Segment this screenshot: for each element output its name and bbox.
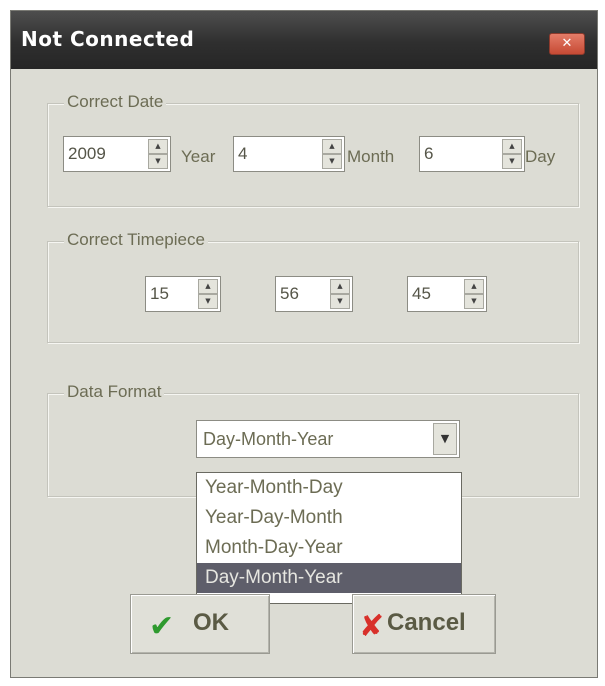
day-spinbox[interactable]: 6 ▲ ▼: [419, 136, 525, 172]
month-unit-label: Month: [347, 147, 395, 166]
hour-down-arrow-icon[interactable]: ▼: [198, 294, 218, 309]
close-button[interactable]: ✕: [549, 33, 585, 55]
option-month-day-year[interactable]: Month-Day-Year: [197, 533, 461, 563]
checkmark-icon: ✔: [149, 609, 175, 644]
option-year-day-month[interactable]: Year-Day-Month: [197, 503, 461, 533]
year-up-arrow-icon[interactable]: ▲: [148, 139, 168, 154]
hour-up-arrow-icon[interactable]: ▲: [198, 279, 218, 294]
cancel-button-label: Cancel: [387, 609, 466, 636]
ok-button-label: OK: [193, 609, 229, 636]
data-format-label: Data Format: [64, 382, 165, 402]
second-up-arrow-icon[interactable]: ▲: [464, 279, 484, 294]
correct-date-label: Correct Date: [64, 92, 167, 112]
option-year-month-day[interactable]: Year-Month-Day: [197, 473, 461, 503]
month-spinbox[interactable]: 4 ▲ ▼: [233, 136, 345, 172]
ok-button[interactable]: ✔ OK: [130, 594, 270, 654]
option-day-month-year[interactable]: Day-Month-Year: [197, 563, 461, 593]
day-down-arrow-icon[interactable]: ▼: [502, 154, 522, 169]
title-bar[interactable]: Not Connected ✕: [11, 11, 597, 69]
second-down-arrow-icon[interactable]: ▼: [464, 294, 484, 309]
data-format-select[interactable]: Day-Month-Year ▼: [196, 420, 460, 458]
minute-down-arrow-icon[interactable]: ▼: [330, 294, 350, 309]
second-value[interactable]: 45: [412, 284, 431, 304]
data-format-dropdown-list: Year-Month-Day Year-Day-Month Month-Day-…: [196, 472, 462, 604]
minute-spinbox[interactable]: 56 ▲ ▼: [275, 276, 353, 312]
cancel-button[interactable]: ✘ Cancel: [352, 594, 496, 654]
hour-spinbox[interactable]: 15 ▲ ▼: [145, 276, 221, 312]
second-spinbox[interactable]: 45 ▲ ▼: [407, 276, 487, 312]
close-icon: ✕: [561, 36, 573, 51]
day-up-arrow-icon[interactable]: ▲: [502, 139, 522, 154]
minute-value[interactable]: 56: [280, 284, 299, 304]
year-value[interactable]: 2009: [68, 144, 106, 164]
window-title: Not Connected: [21, 27, 195, 51]
data-format-selected-value: Day-Month-Year: [203, 429, 334, 449]
month-down-arrow-icon[interactable]: ▼: [322, 154, 342, 169]
x-mark-icon: ✘: [359, 609, 385, 644]
year-down-arrow-icon[interactable]: ▼: [148, 154, 168, 169]
month-value[interactable]: 4: [238, 144, 247, 164]
year-spinbox[interactable]: 2009 ▲ ▼: [63, 136, 171, 172]
month-up-arrow-icon[interactable]: ▲: [322, 139, 342, 154]
year-unit-label: Year: [181, 147, 216, 166]
chevron-down-icon[interactable]: ▼: [433, 423, 457, 455]
day-value[interactable]: 6: [424, 144, 433, 164]
day-unit-label: Day: [525, 147, 556, 166]
minute-up-arrow-icon[interactable]: ▲: [330, 279, 350, 294]
correct-timepiece-label: Correct Timepiece: [64, 230, 208, 250]
hour-value[interactable]: 15: [150, 284, 169, 304]
